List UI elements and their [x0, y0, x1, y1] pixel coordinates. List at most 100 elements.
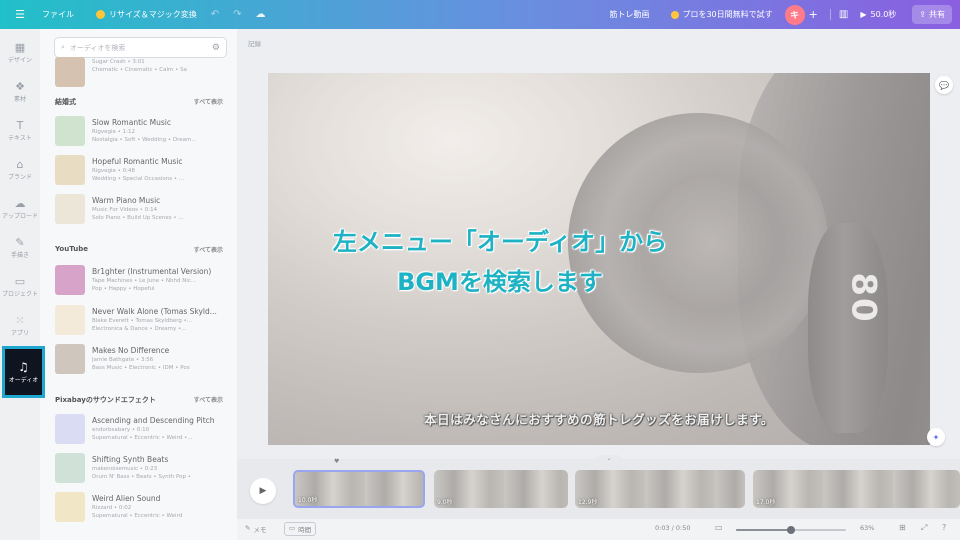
bottom-bar: ✎ メモ ▭ 時間 0:03 / 0:50 ▭ 63% ⊞ ⤢ ? — [237, 519, 960, 540]
section-header: YouTube すべて表示 — [55, 245, 223, 254]
play-preview-button[interactable]: ▶ 50.0秒 — [860, 9, 896, 20]
list-item[interactable]: Hopeful Romantic Music Rigvegie • 0:48 Wed… — [55, 155, 225, 187]
zoom-percent: 63% — [860, 524, 875, 532]
list-item[interactable]: Slow Romantic Music Rigvegie • 1:12 Nostal… — [55, 116, 225, 148]
list-item[interactable]: Ascending and Descending Pitch endorbsaba… — [55, 414, 225, 446]
rail-item-elements[interactable]: ❖ 素材 — [0, 73, 40, 111]
rail-item-brand[interactable]: ⌂ ブランド — [0, 151, 40, 189]
timeline-clip[interactable]: 17.0秒 — [753, 470, 960, 508]
track-artist: Blake Everett • Tomas Skyldberg •... — [92, 318, 193, 324]
grid-view-icon[interactable]: ⊞ — [899, 523, 906, 532]
track-artist: endorbsabary • 0:10 — [92, 427, 150, 433]
rail-item-label: デザイン — [7, 57, 32, 64]
comment-icon[interactable]: 💬 — [935, 76, 953, 94]
folder-icon: ▭ — [14, 275, 26, 288]
filter-icon[interactable]: ⚙ — [212, 43, 220, 53]
track-thumbnail — [55, 57, 85, 87]
play-button[interactable]: ▶ — [250, 478, 276, 504]
track-artist: Rigvegie • 1:12 — [92, 129, 135, 135]
notes-label: 記録 — [248, 40, 261, 48]
video-subtitle: 本日はみなさんにおすすめの筋トレグッズをお届けします。 — [424, 412, 774, 427]
timeline-clip[interactable]: 9.0秒 — [434, 470, 568, 508]
track-thumbnail — [55, 155, 85, 185]
timeline-clip[interactable]: 10.0秒 — [293, 470, 425, 508]
list-item[interactable]: Never Walk Alone (Tomas Skyld... Blake Ev… — [55, 305, 225, 337]
music-note-icon: ♫ — [18, 359, 29, 374]
track-name: Warm Piano Music — [92, 196, 161, 205]
rail-item-apps[interactable]: ⁙ アプリ — [0, 307, 40, 345]
track-thumbnail — [55, 194, 85, 224]
caption-line: 左メニュー「オーディオ」から — [332, 228, 668, 256]
section-title: YouTube — [55, 245, 88, 253]
track-artist: Tape Machines • Le June • Nbhd Nic... — [92, 278, 197, 284]
rail-item-label: アップロード — [1, 213, 38, 220]
resize-magic-button[interactable]: リサイズ＆マジック変換 — [96, 9, 197, 20]
zoom-slider[interactable] — [736, 526, 846, 534]
undo-icon[interactable]: ↶ — [211, 9, 219, 20]
menu-icon[interactable]: ☰ — [0, 8, 40, 21]
pro-trial-button[interactable]: プロを30日間無料で試す — [671, 9, 773, 20]
list-item[interactable]: Weird Alien Sound Rizzard • 0:02 Supernatu… — [55, 492, 225, 524]
rail-item-uploads[interactable]: ☁ アップロード — [0, 190, 40, 228]
track-name: Ascending and Descending Pitch — [92, 416, 215, 425]
track-name: Slow Romantic Music — [92, 118, 171, 127]
trial-label: プロを30日間無料で試す — [682, 10, 773, 19]
track-name: Br1ghter (Instrumental Version) — [92, 267, 212, 276]
track-artist: Music For Videos • 0:14 — [92, 207, 158, 213]
track-artist: Rizzard • 0:02 — [92, 505, 132, 511]
see-all-link[interactable]: すべて表示 — [194, 245, 223, 254]
avatar[interactable]: キ — [784, 4, 805, 25]
rail-item-design[interactable]: ▦ デザイン — [0, 34, 40, 72]
timeline-clip[interactable]: 12.9秒 — [575, 470, 745, 508]
rail-item-projects[interactable]: ▭ プロジェクト — [0, 268, 40, 306]
shapes-icon: ❖ — [15, 80, 25, 93]
list-item[interactable]: Sugar Crash • 3:01 Chematic • Cinematic … — [55, 57, 225, 89]
track-tags: Pop • Happy • Hopeful — [92, 286, 155, 292]
file-menu[interactable]: ファイル — [42, 9, 74, 20]
list-item[interactable]: Warm Piano Music Music For Videos • 0:14 S… — [55, 194, 225, 226]
list-item[interactable]: Br1ghter (Instrumental Version) Tape Mach… — [55, 265, 225, 297]
list-item[interactable]: Makes No Difference Jamie Bathgate • 3:56… — [55, 344, 225, 376]
track-tags: Nostalgia • Soft • Wedding • Dream... — [92, 137, 197, 143]
see-all-link[interactable]: すべて表示 — [194, 97, 223, 107]
playhead-marker[interactable]: ♥ — [334, 458, 339, 465]
play-icon: ▶ — [860, 10, 867, 19]
search-input[interactable]: ⌕ オーディオを検索 ⚙ — [54, 37, 227, 58]
section-header: Pixabayのサウンドエフェクト すべて表示 — [55, 395, 223, 405]
rail-item-audio[interactable]: ♫ オーディオ — [2, 346, 45, 398]
help-icon[interactable]: ? — [942, 523, 946, 532]
track-artist: makenoisemusic • 0:23 — [92, 466, 158, 472]
text-icon: T — [16, 119, 24, 132]
share-button[interactable]: ⇪ 共有 — [912, 5, 952, 24]
clock-icon: ▭ — [289, 524, 296, 532]
time-button[interactable]: ▭ 時間 — [284, 522, 317, 536]
clip-duration: 9.0秒 — [437, 499, 453, 506]
left-rail: ▦ デザイン ❖ 素材 T テキスト ⌂ ブランド ☁ アップロード ✎ 手描き… — [0, 29, 45, 540]
list-item[interactable]: Shifting Synth Beats makenoisemusic • 0:2… — [55, 453, 225, 485]
redo-icon[interactable]: ↷ — [233, 9, 241, 20]
notes-label: メモ — [253, 526, 267, 534]
rail-item-draw[interactable]: ✎ 手描き — [0, 229, 40, 267]
rail-item-label: ブランド — [7, 174, 32, 181]
document-title[interactable]: 筋トレ動画 — [609, 9, 649, 20]
track-thumbnail — [55, 305, 85, 335]
add-member-button[interactable]: + — [809, 8, 818, 21]
search-placeholder: オーディオを検索 — [69, 43, 126, 52]
apps-grid-icon: ⁙ — [15, 314, 25, 327]
rail-item-label: オーディオ — [8, 376, 39, 384]
chevron-down-icon[interactable]: ⌄ — [596, 455, 622, 464]
zoom-slider-knob[interactable] — [787, 526, 795, 534]
tutorial-caption: 左メニュー「オーディオ」から BGMを検索します — [240, 222, 760, 302]
fullscreen-icon[interactable]: ⤢ — [921, 523, 927, 533]
top-bar: ☰ ファイル リサイズ＆マジック変換 ↶ ↷ ☁ 筋トレ動画 プロを30日間無料… — [0, 0, 960, 29]
monitor-icon[interactable]: ▭ — [715, 523, 723, 532]
cloud-save-icon[interactable]: ☁ — [256, 9, 266, 20]
see-all-link[interactable]: すべて表示 — [194, 395, 223, 405]
clip-duration: 17.0秒 — [756, 499, 776, 506]
time-label: 時間 — [298, 526, 312, 534]
notes-button[interactable]: ✎ メモ — [245, 524, 266, 534]
bar-chart-icon[interactable]: ▥ — [829, 9, 848, 20]
track-thumbnail — [55, 265, 85, 295]
rail-item-text[interactable]: T テキスト — [0, 112, 40, 150]
magic-sparkle-icon[interactable]: ✦ — [927, 428, 945, 446]
